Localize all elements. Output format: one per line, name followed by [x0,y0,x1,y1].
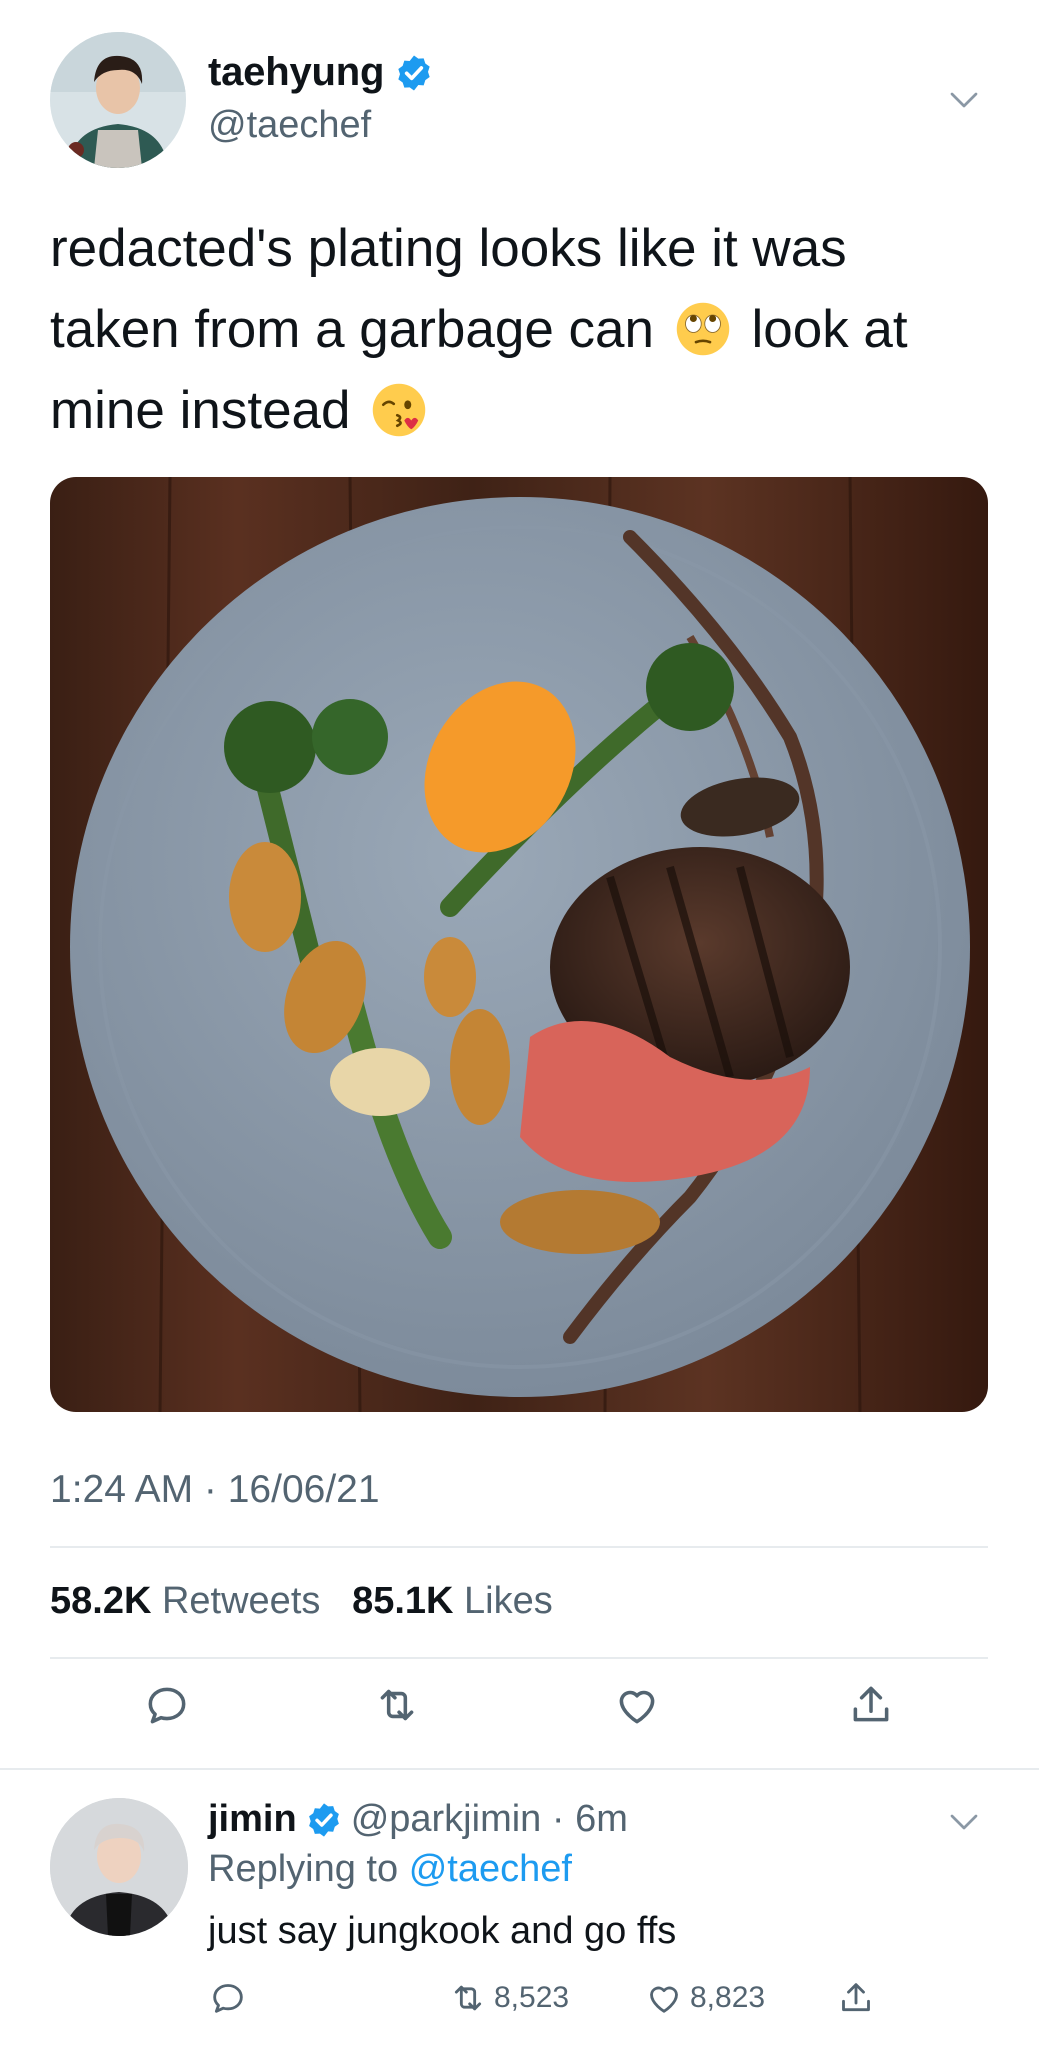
retweet-count[interactable]: 58.2K [50,1580,151,1622]
like-count[interactable]: 85.1K [352,1580,453,1622]
reply-reply-button[interactable] [208,1978,254,2018]
reply-tweet[interactable]: jimin @parkjimin · 6m Replying to @taech… [50,1798,990,2038]
reply-header: jimin @parkjimin · 6m [208,1798,628,1841]
chevron-down-icon[interactable] [946,82,982,118]
tweet-text-line-2b: look at [751,300,908,359]
share-icon [842,1983,870,2012]
reply-icon[interactable] [142,1680,192,1730]
reply-actions: 8,523 8,823 [208,1978,988,2028]
reply-retweet-button[interactable]: 8,523 [448,1978,569,2018]
steak-plate-photo [50,477,988,1412]
reply-text: just say jungkook and go ffs [208,1910,677,1952]
tweet-header: taehyung @taechef [50,32,990,172]
tweet-text-line-1: redacted's plating looks like it was [50,219,847,278]
divider [50,1546,988,1548]
user-avatar-image [50,32,186,168]
verified-badge-icon [398,55,430,90]
tweet-actions [50,1680,988,1750]
timestamp[interactable]: 1:24 AM · 16/06/21 [50,1468,380,1512]
reply-share-button[interactable] [836,1978,882,2018]
retweet-icon [454,1985,482,2011]
tweet-text: redacted's plating looks like it was tak… [50,208,990,451]
tweet-text-line-2: taken from a garbage can look at [50,289,990,370]
tweet-media-image[interactable] [50,477,988,1412]
like-label[interactable]: Likes [464,1580,553,1622]
replying-to: Replying to @taechef [208,1848,572,1891]
reply-like-count: 8,823 [690,1981,766,2014]
name-row: taehyung [208,50,434,95]
reply-user-avatar-image [50,1798,188,1936]
retweet-label[interactable]: Retweets [162,1580,320,1622]
replying-prefix: Replying to [208,1848,399,1890]
reply-handle-time[interactable]: @parkjimin · 6m [351,1798,628,1841]
avatar[interactable] [50,32,186,168]
engagement-stats: 58.2K Retweets 85.1K Likes [50,1580,553,1623]
like-icon[interactable] [612,1680,662,1730]
kiss-emoji-icon [373,383,426,437]
like-icon [650,1986,678,2013]
reply-display-name[interactable]: jimin [208,1798,297,1841]
share-icon[interactable] [846,1680,896,1730]
reply-like-button[interactable]: 8,823 [644,1978,765,2018]
tweet-text-line-2a: taken from a garbage can [50,300,654,359]
divider [0,1768,1039,1770]
retweet-icon[interactable] [372,1680,422,1730]
tweet-text-line-3-text: mine instead [50,381,351,440]
reply-icon [213,1984,243,2013]
display-name[interactable]: taehyung [208,50,384,95]
tweet-text-line-3: mine instead [50,370,990,451]
rolling-eyes-emoji-icon [676,302,729,356]
replying-mention-link[interactable]: @taechef [409,1848,572,1890]
handle[interactable]: @taechef [208,104,371,147]
verified-badge-icon [308,1802,339,1837]
divider [50,1657,988,1659]
reply-retweet-count: 8,523 [494,1981,570,2014]
reply-avatar[interactable] [50,1798,188,1936]
chevron-down-icon[interactable] [946,1804,982,1840]
